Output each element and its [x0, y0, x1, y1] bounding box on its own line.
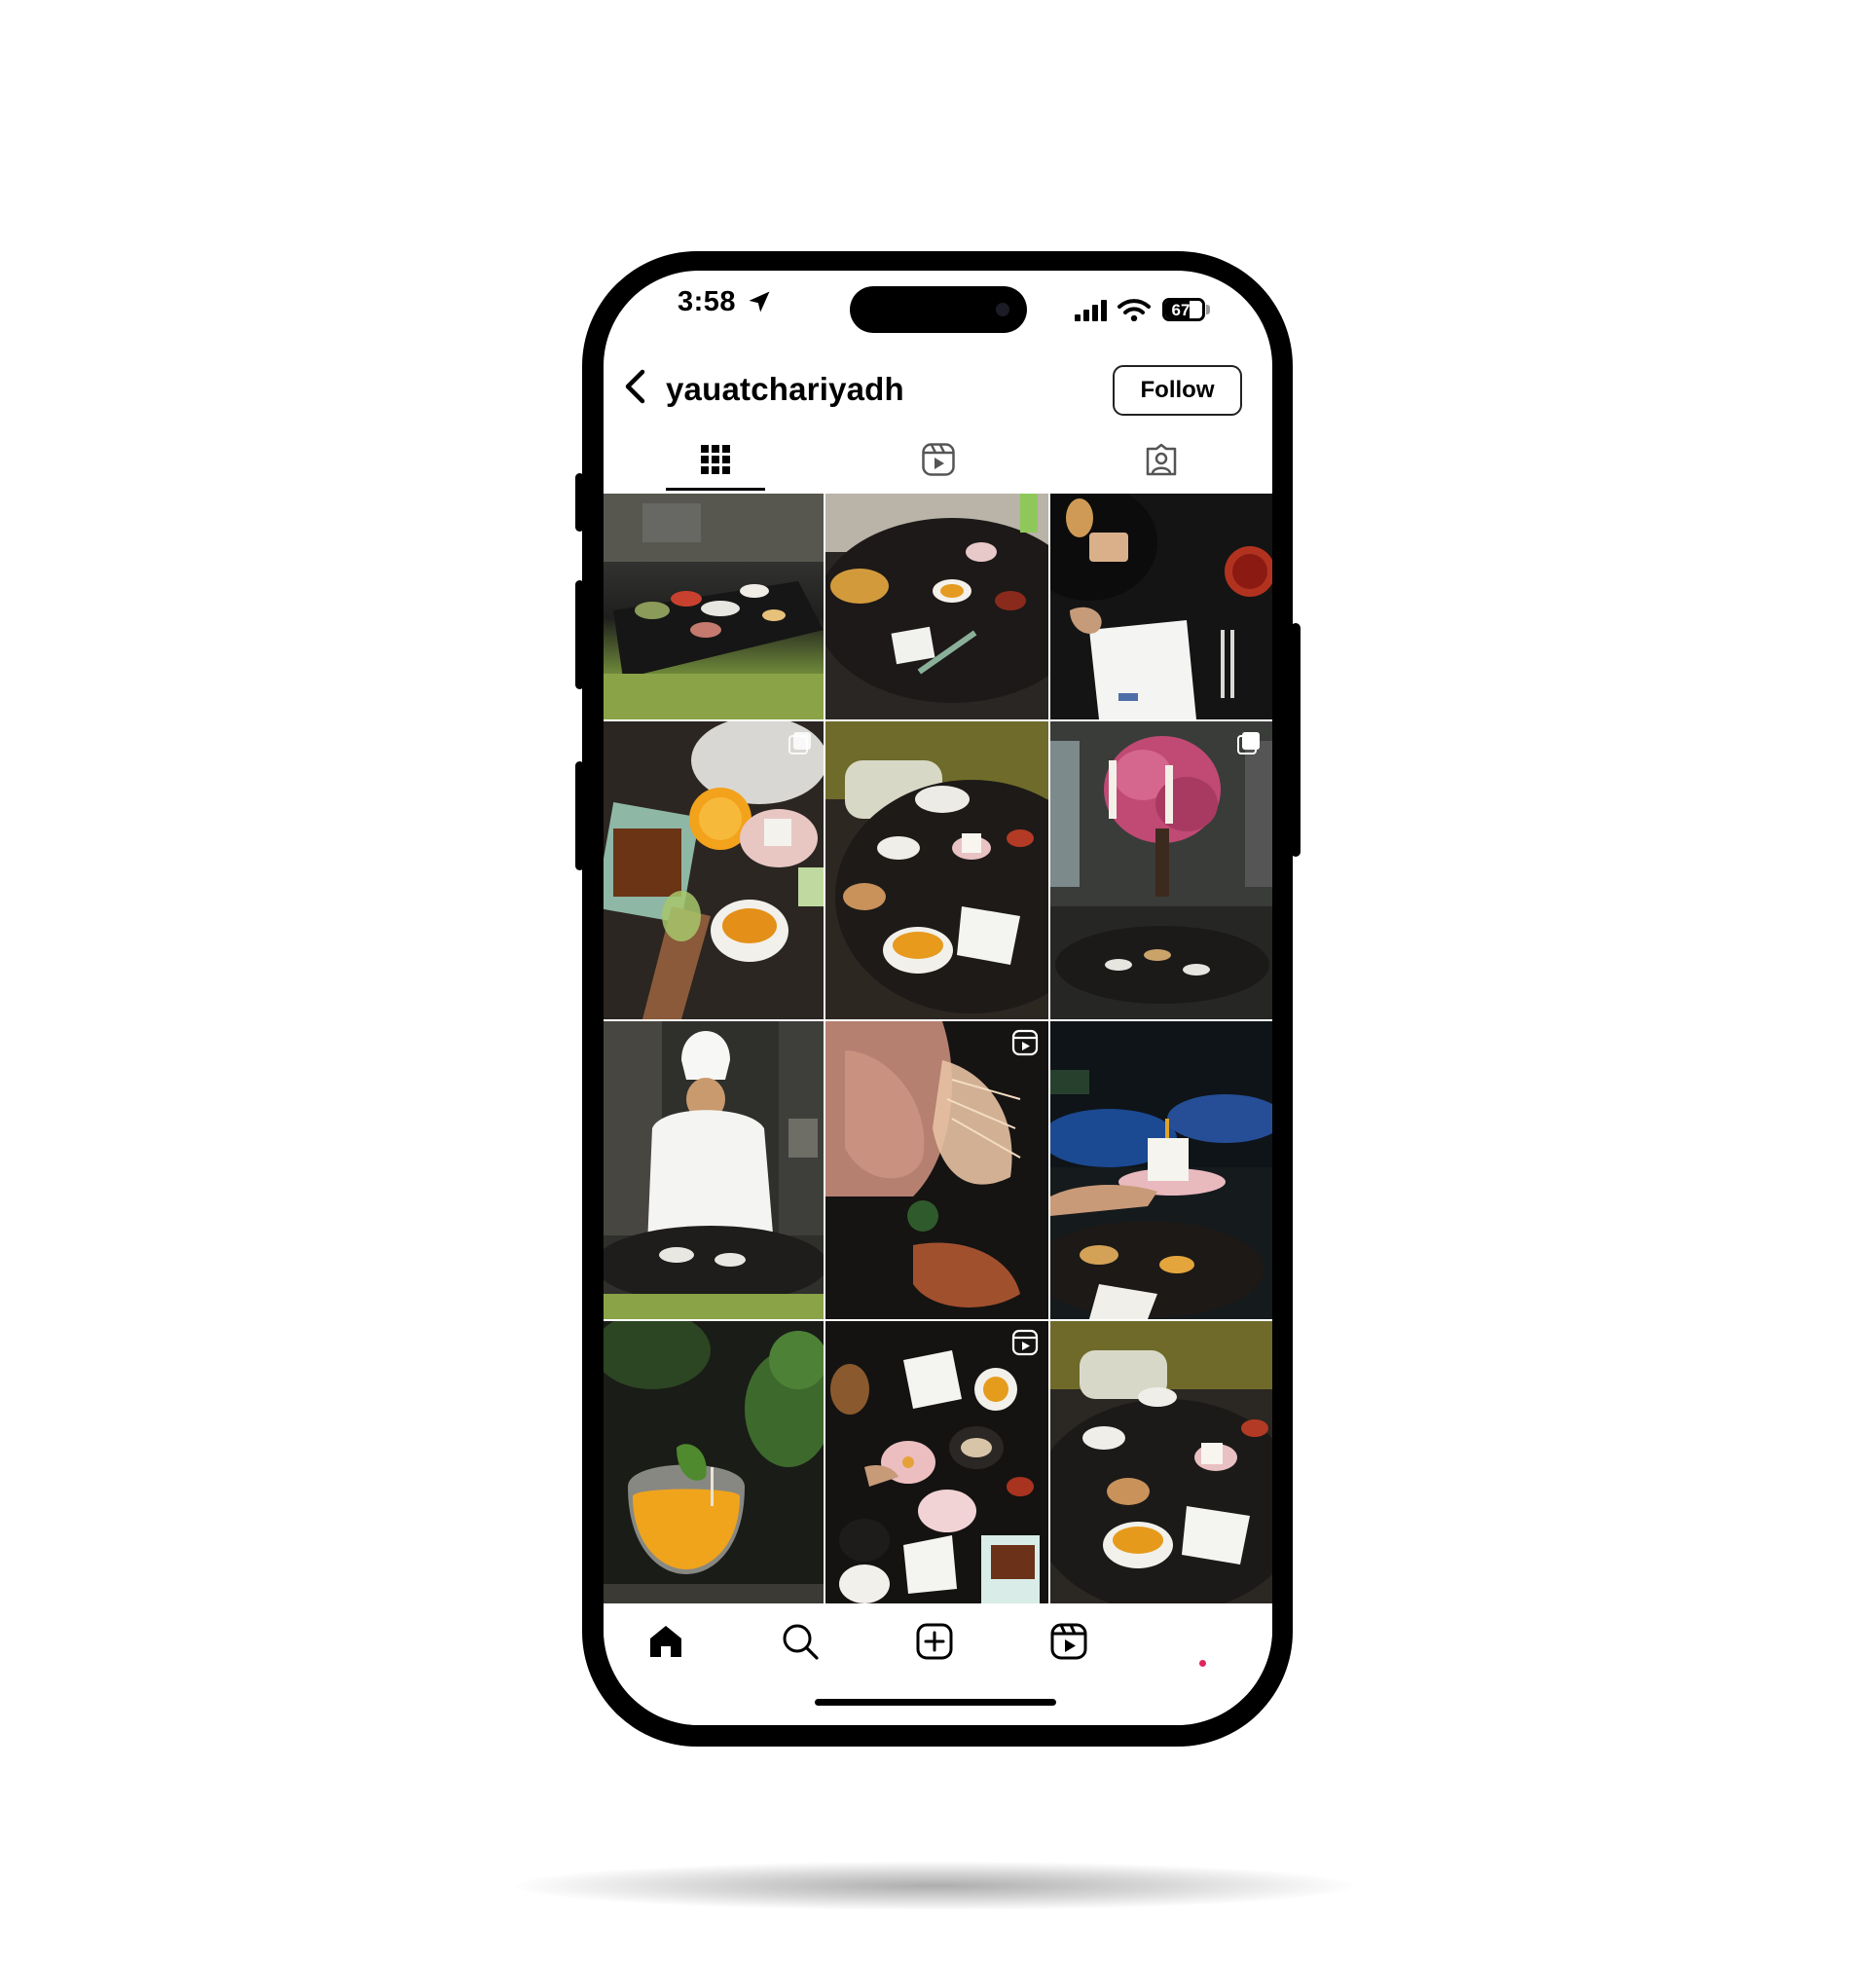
battery-cap — [1206, 305, 1210, 314]
search-icon — [783, 1624, 819, 1660]
grid-post[interactable] — [825, 494, 1048, 719]
tab-posts-grid[interactable] — [604, 436, 826, 483]
grid-post[interactable] — [604, 494, 824, 719]
nav-home[interactable] — [642, 1618, 689, 1665]
tagged-icon — [1146, 443, 1176, 476]
nav-search[interactable] — [777, 1618, 824, 1665]
profile-username: yauatchariyadh — [666, 371, 904, 407]
battery-level: 67 — [1171, 301, 1191, 319]
posts-grid — [604, 494, 1272, 1603]
grid-post[interactable] — [604, 1321, 824, 1603]
phone-screen: 3:58 67 yauatchariyadh Follow — [604, 271, 1272, 1725]
nav-create[interactable] — [911, 1618, 958, 1665]
carousel-icon — [1237, 732, 1260, 755]
active-tab-indicator — [666, 488, 765, 491]
grid-post[interactable] — [1050, 494, 1272, 719]
notification-dot — [1199, 1660, 1206, 1667]
nav-reels[interactable] — [1045, 1618, 1092, 1665]
grid-post[interactable] — [604, 721, 824, 1019]
grid-post[interactable] — [1050, 1021, 1272, 1319]
tab-reels[interactable] — [826, 436, 1049, 483]
cellular-signal-icon — [1075, 300, 1107, 321]
grid-post[interactable] — [825, 1321, 1048, 1603]
grid-post[interactable] — [825, 721, 1048, 1019]
location-arrow-icon — [749, 291, 770, 313]
create-icon — [916, 1623, 953, 1660]
reels-icon — [921, 443, 955, 476]
grid-post[interactable] — [604, 1021, 824, 1319]
tab-tagged[interactable] — [1049, 436, 1272, 483]
wifi-icon — [1118, 299, 1151, 321]
battery-indicator: 67 — [1162, 298, 1205, 321]
grid-post[interactable] — [825, 1021, 1048, 1319]
reels-icon — [1011, 1329, 1039, 1356]
nav-profile[interactable] — [1180, 1618, 1227, 1665]
dynamic-island — [850, 286, 1027, 333]
grid-post[interactable] — [1050, 1321, 1272, 1603]
back-chevron-icon[interactable] — [615, 364, 654, 409]
grid-icon — [700, 445, 730, 474]
profile-icon — [1186, 1624, 1221, 1659]
reels-icon — [1050, 1623, 1087, 1660]
phone-shadow — [516, 1861, 1353, 1910]
carousel-icon — [788, 732, 811, 755]
grid-post[interactable] — [1050, 721, 1272, 1019]
follow-button[interactable]: Follow — [1113, 365, 1242, 416]
reels-icon — [1011, 1029, 1039, 1056]
bottom-nav — [604, 1604, 1272, 1725]
home-indicator — [815, 1699, 1056, 1706]
status-time: 3:58 — [678, 286, 737, 317]
home-icon — [650, 1626, 681, 1657]
